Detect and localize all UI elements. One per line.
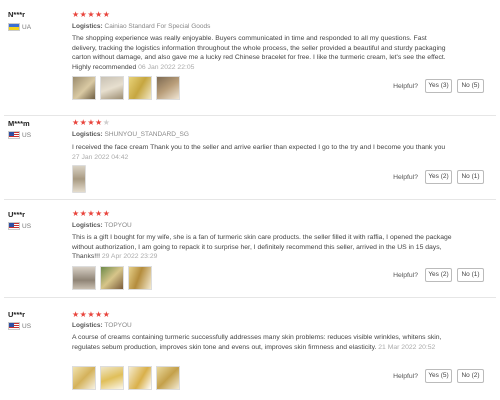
helpful-label: Helpful? [393,173,418,181]
us-flag-icon [8,322,20,330]
helpful-label: Helpful? [393,372,418,380]
review-item: N***r UA ★★★★★ Logistics: Cainiao Standa… [0,0,500,116]
star-rating: ★★★★★ [72,310,111,319]
star-rating: ★★★★★ [72,209,111,218]
review-date: 06 Jan 2022 22:05 [138,63,195,71]
review-photo[interactable] [72,165,86,193]
review-photo[interactable] [72,76,96,100]
helpful-controls: Helpful? Yes (3) No (5) [393,79,484,93]
review-body: The shopping experience was really enjoy… [72,35,446,71]
reviewer-country: UA [8,23,31,31]
logistics-label: Logistics: [72,131,103,138]
logistics-label: Logistics: [72,23,103,30]
review-photos [72,165,86,193]
country-code: US [22,322,32,330]
review-photo[interactable] [128,366,152,390]
review-text: This is a gift I bought for my wife, she… [72,233,452,262]
review-item: U***r US ★★★★★ Logistics: TOPYOU This is… [0,200,500,298]
us-flag-icon [8,131,20,139]
review-photo[interactable] [156,366,180,390]
reviewer-country: US [8,322,31,330]
logistics-info: Logistics: SHUNYOU_STANDARD_SG [72,131,189,138]
review-photo[interactable] [128,266,152,290]
logistics-value: Cainiao Standard For Special Goods [104,23,211,30]
review-body: I received the face cream Thank you to t… [72,144,446,151]
review-text: The shopping experience was really enjoy… [72,34,452,72]
review-photos [72,76,180,100]
helpful-yes-button[interactable]: Yes (5) [425,369,452,383]
star-rating: ★★★★★ [72,10,111,19]
review-text: I received the face cream Thank you to t… [72,143,452,162]
helpful-label: Helpful? [393,82,418,90]
helpful-no-button[interactable]: No (5) [457,79,484,93]
logistics-info: Logistics: Cainiao Standard For Special … [72,23,210,30]
ukraine-flag-icon [8,23,20,31]
reviewer-country: US [8,131,31,139]
logistics-label: Logistics: [72,222,103,229]
reviewer-name: U***r [8,210,26,219]
logistics-value: SHUNYOU_STANDARD_SG [104,131,189,138]
helpful-yes-button[interactable]: Yes (2) [425,170,452,184]
helpful-controls: Helpful? Yes (2) No (1) [393,268,484,282]
reviewer-name: N***r [8,10,26,19]
country-code: UA [22,23,32,31]
reviewer-name: U***r [8,310,26,319]
logistics-value: TOPYOU [104,222,132,229]
helpful-controls: Helpful? Yes (5) No (2) [393,369,484,383]
helpful-label: Helpful? [393,271,418,279]
logistics-value: TOPYOU [104,322,132,329]
review-item: M***m US ★★★★★ Logistics: SHUNYOU_STANDA… [0,116,500,200]
country-code: US [22,131,32,139]
star-rating: ★★★★★ [72,118,111,127]
helpful-no-button[interactable]: No (2) [457,369,484,383]
helpful-no-button[interactable]: No (1) [457,170,484,184]
review-text: A course of creams containing turmeric s… [72,333,452,352]
review-date: 29 Apr 2022 23:29 [101,253,158,261]
review-photo[interactable] [156,76,180,100]
review-photo[interactable] [72,266,96,290]
review-photo[interactable] [100,366,124,390]
review-photo[interactable] [100,76,124,100]
logistics-info: Logistics: TOPYOU [72,322,132,329]
reviewer-name: M***m [8,119,30,128]
review-item: U***r US ★★★★★ Logistics: TOPYOU A cours… [0,298,500,400]
review-photo[interactable] [128,76,152,100]
review-date: 21 Mar 2022 20:52 [378,343,436,351]
review-photo[interactable] [72,366,96,390]
review-photos [72,366,180,390]
logistics-info: Logistics: TOPYOU [72,222,132,229]
logistics-label: Logistics: [72,322,103,329]
helpful-yes-button[interactable]: Yes (2) [425,268,452,282]
us-flag-icon [8,222,20,230]
helpful-yes-button[interactable]: Yes (3) [425,79,452,93]
reviewer-country: US [8,222,31,230]
review-photos [72,266,152,290]
helpful-controls: Helpful? Yes (2) No (1) [393,170,484,184]
country-code: US [22,222,32,230]
helpful-no-button[interactable]: No (1) [457,268,484,282]
review-date: 27 Jan 2022 04:42 [72,153,129,161]
review-photo[interactable] [100,266,124,290]
